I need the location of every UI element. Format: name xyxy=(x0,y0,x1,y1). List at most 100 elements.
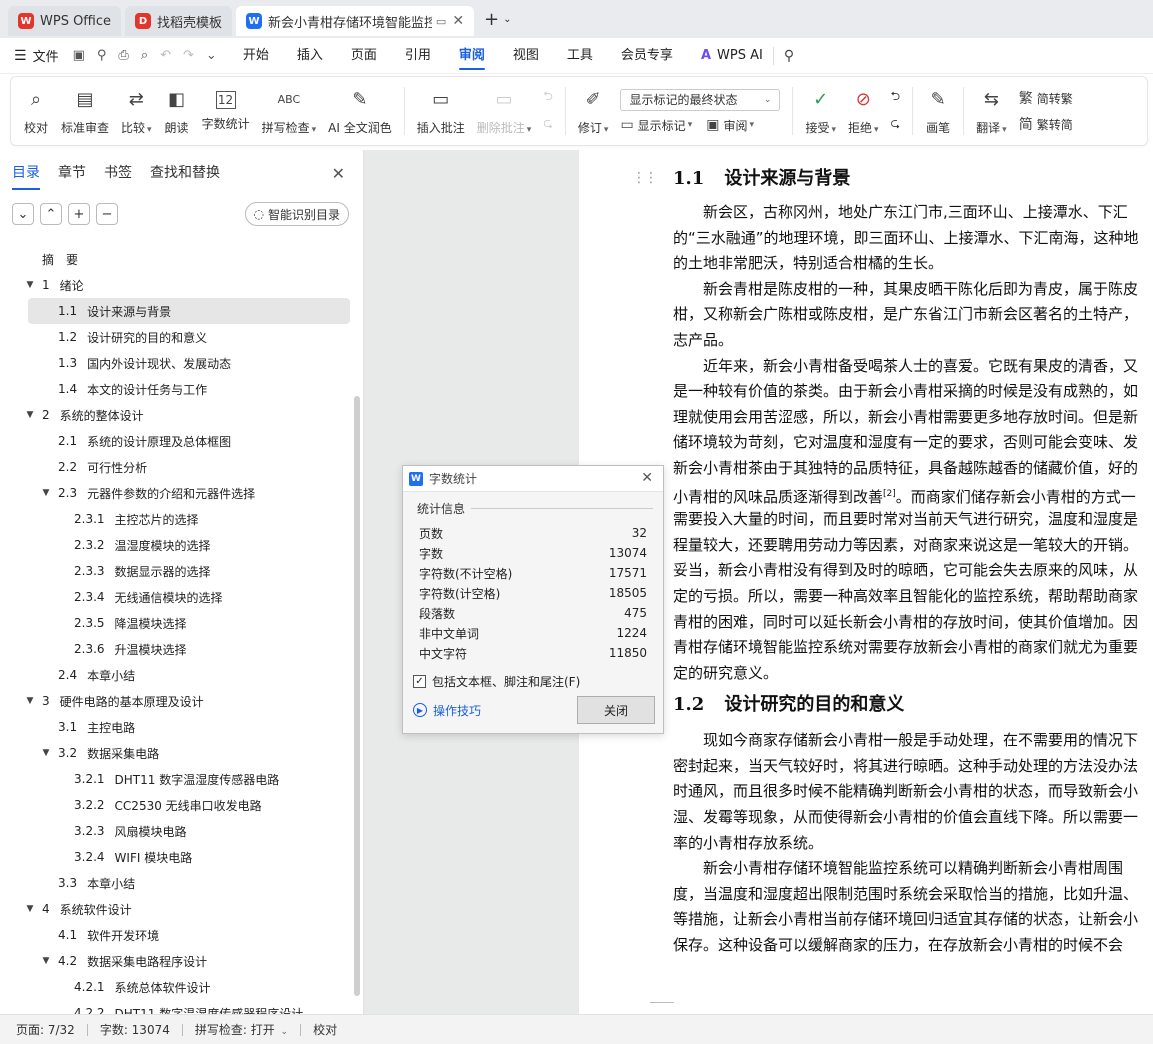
expand-arrow-icon[interactable]: ▼ xyxy=(24,696,36,706)
menu-start[interactable]: 开始 xyxy=(243,38,269,74)
search-icon[interactable]: ⚲ xyxy=(784,48,794,64)
toc-item[interactable]: 1.2 设计研究的目的和意义 xyxy=(0,324,352,350)
menu-view[interactable]: 视图 xyxy=(513,38,539,74)
toc-item[interactable]: 3.3 本章小结 xyxy=(0,870,352,896)
spell-check-button[interactable]: ABC 拼写检查 ▾ xyxy=(256,77,323,145)
save-icon[interactable]: ▣ xyxy=(73,48,85,63)
expand-arrow-icon[interactable]: ▼ xyxy=(40,956,52,966)
toc-item[interactable]: ▼ 4 系统软件设计 xyxy=(0,896,352,922)
traditional-to-simplified-button[interactable]: 简繁转简 xyxy=(1019,114,1073,134)
share-icon[interactable]: ⚲ xyxy=(97,48,107,63)
toc-item[interactable]: 2.3.3 数据显示器的选择 xyxy=(0,558,352,584)
menu-reference[interactable]: 引用 xyxy=(405,38,431,74)
undo-icon[interactable]: ↶ xyxy=(160,48,171,63)
menu-tools[interactable]: 工具 xyxy=(567,38,593,74)
ai-polish-button[interactable]: ✎ AI 全文润色 xyxy=(322,77,398,145)
toc-item[interactable]: 2.3.2 温湿度模块的选择 xyxy=(0,532,352,558)
nav-tab-find-replace[interactable]: 查找和替换 xyxy=(150,150,220,196)
translate-button[interactable]: ⇆ 翻译 ▾ xyxy=(970,77,1013,145)
accept-button[interactable]: ✓ 接受 ▾ xyxy=(799,77,842,145)
toc-item[interactable]: 2.3.1 主控芯片的选择 xyxy=(0,506,352,532)
proofread-button[interactable]: ⌕ 校对 xyxy=(17,77,55,145)
menu-review[interactable]: 审阅 xyxy=(458,38,485,74)
page-indicator[interactable]: 页面: 7/32 xyxy=(16,1021,75,1038)
toc-item[interactable]: 3.2.3 风扇模块电路 xyxy=(0,818,352,844)
toc-item[interactable]: 3.2.2 CC2530 无线串口收发电路 xyxy=(0,792,352,818)
simplified-to-traditional-button[interactable]: 繁简转繁 xyxy=(1019,88,1073,108)
revise-button[interactable]: ✐ 修订 ▾ xyxy=(572,77,615,145)
tab-wps-office[interactable]: W WPS Office xyxy=(8,6,122,36)
toc-item[interactable]: 2.3.6 升温模块选择 xyxy=(0,636,352,662)
close-button[interactable]: 关闭 xyxy=(577,696,655,724)
quick-access-more-icon[interactable]: ⌄ xyxy=(206,48,217,63)
nav-tab-bookmarks[interactable]: 书签 xyxy=(104,150,132,196)
document-page[interactable]: ⋮⋮ 1.1 设计来源与背景 新会区，古称冈州，地处广东江门市,三面环山、上接潭水… xyxy=(580,150,1153,1014)
review-pane-button[interactable]: ▣ 审阅 ▾ xyxy=(706,117,754,134)
nav-tab-sections[interactable]: 章节 xyxy=(58,150,86,196)
toc-item[interactable]: 1.3 国内外设计现状、发展动态 xyxy=(0,350,352,376)
spell-check-status[interactable]: 拼写检查: 打开 ⌄ xyxy=(195,1021,288,1038)
toc-item[interactable]: 3.1 主控电路 xyxy=(0,714,352,740)
new-tab-icon[interactable]: + xyxy=(484,9,499,30)
toc-item[interactable]: ▼ 3.2 数据采集电路 xyxy=(0,740,352,766)
drag-handle-icon[interactable]: ⋮⋮ xyxy=(632,170,658,186)
menu-member[interactable]: 会员专享 xyxy=(621,38,673,74)
toc-item[interactable]: 2.4 本章小结 xyxy=(0,662,352,688)
menu-wps-ai[interactable]: A WPS AI xyxy=(701,48,763,63)
markup-state-select[interactable]: 显示标记的最终状态 ⌄ xyxy=(620,88,781,111)
expand-arrow-icon[interactable]: ▼ xyxy=(24,280,36,290)
toc-item[interactable]: 4.1 软件开发环境 xyxy=(0,922,352,948)
word-count-indicator[interactable]: 字数: 13074 xyxy=(100,1021,170,1038)
add-heading-button[interactable]: + xyxy=(68,203,90,225)
reject-button[interactable]: ⊘ 拒绝 ▾ xyxy=(842,77,885,145)
toc-item[interactable]: ▼ 2 系统的整体设计 xyxy=(0,402,352,428)
toc-item[interactable]: 1.4 本文的设计任务与工作 xyxy=(0,376,352,402)
toc-scrollbar[interactable] xyxy=(354,396,360,996)
expand-arrow-icon[interactable]: ▼ xyxy=(40,748,52,758)
toc-item[interactable]: 2.2 可行性分析 xyxy=(0,454,352,480)
toc-item[interactable]: 摘 要 xyxy=(0,246,352,272)
expand-arrow-icon[interactable]: ▼ xyxy=(24,904,36,914)
toc-item[interactable]: 3.2.1 DHT11 数字温湿度传感器电路 xyxy=(0,766,352,792)
include-textbox-checkbox[interactable]: ✓ 包括文本框、脚注和尾注(F) xyxy=(413,673,663,690)
delete-comment-button[interactable]: ▭ 删除批注 ▾ xyxy=(471,77,538,145)
next-change-icon[interactable]: ⮎ xyxy=(891,114,901,135)
file-menu[interactable]: ☰ 文件 xyxy=(14,46,59,66)
close-icon[interactable]: ✕ xyxy=(641,470,653,486)
close-icon[interactable]: ✕ xyxy=(332,164,345,183)
print-icon[interactable]: ⎙ xyxy=(118,48,128,63)
expand-arrow-icon[interactable]: ▼ xyxy=(40,488,52,498)
toc-item[interactable]: 3.2.4 WIFI 模块电路 xyxy=(0,844,352,870)
monitor-icon[interactable]: ▭ xyxy=(436,15,446,28)
toc-item[interactable]: 2.3.5 降温模块选择 xyxy=(0,610,352,636)
previous-change-icon[interactable]: ⮌ xyxy=(891,87,901,108)
toc-item[interactable]: ▼ 4.2 数据采集电路程序设计 xyxy=(0,948,352,974)
show-markup-button[interactable]: ▭ 显示标记 ▾ xyxy=(620,117,692,134)
nav-tab-toc[interactable]: 目录 xyxy=(12,150,40,196)
menu-insert[interactable]: 插入 xyxy=(297,38,323,74)
chevron-down-icon[interactable]: ⌄ xyxy=(503,14,511,25)
pen-button[interactable]: ✎ 画笔 xyxy=(919,77,957,145)
close-tab-icon[interactable]: ✕ xyxy=(452,13,464,29)
toc-item[interactable]: 4.2.2 DHT11 数字温湿度传感器程序设计 xyxy=(0,1000,352,1014)
insert-comment-button[interactable]: ▭ 插入批注 xyxy=(411,77,471,145)
read-aloud-button[interactable]: ◧ 朗读 xyxy=(158,77,196,145)
toc-item[interactable]: ▼ 1 绪论 xyxy=(0,272,352,298)
toc-item[interactable]: 2.3.4 无线通信模块的选择 xyxy=(0,584,352,610)
print-preview-icon[interactable]: ⌕ xyxy=(141,48,148,63)
tab-docer-templates[interactable]: D 找稻壳模板 xyxy=(125,6,233,36)
menu-page[interactable]: 页面 xyxy=(351,38,377,74)
next-comment-icon[interactable]: ⮎ xyxy=(543,114,553,135)
citation-superscript[interactable]: [2] xyxy=(883,489,896,499)
toc-item[interactable]: ▼ 2.3 元器件参数的介绍和元器件选择 xyxy=(0,480,352,506)
expand-arrow-icon[interactable]: ▼ xyxy=(24,410,36,420)
previous-comment-icon[interactable]: ⮌ xyxy=(543,87,553,108)
smart-toc-button[interactable]: ◌ 智能识别目录 xyxy=(244,202,349,226)
standard-review-button[interactable]: ▤ 标准审查 xyxy=(55,77,115,145)
collapse-up-button[interactable]: ⌃ xyxy=(40,203,62,225)
tips-link[interactable]: ▶ 操作技巧 xyxy=(413,702,481,719)
expand-down-button[interactable]: ⌄ xyxy=(12,203,34,225)
remove-heading-button[interactable]: − xyxy=(96,203,118,225)
toc-item[interactable]: 2.1 系统的设计原理及总体框图 xyxy=(0,428,352,454)
word-count-button[interactable]: 12 字数统计 xyxy=(196,77,256,145)
